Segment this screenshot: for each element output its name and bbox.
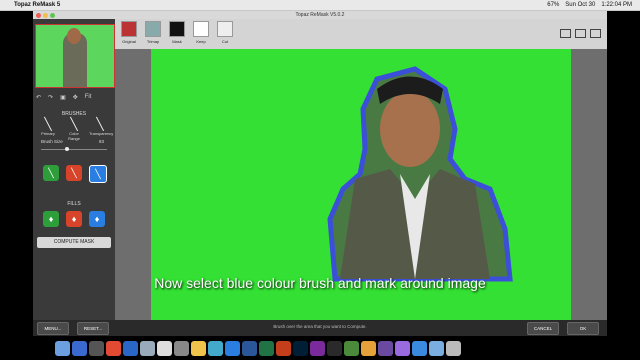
excel-icon[interactable] [259,340,274,356]
time-label: 1:22:04 PM [601,2,632,8]
app-icon-5[interactable] [395,340,410,356]
trimap-thumb [145,21,161,37]
outlook-icon[interactable] [123,340,138,356]
launchpad-icon[interactable] [89,340,104,356]
view-keep-button[interactable]: Keep [193,21,209,44]
brush-size-label: Brush Size [41,139,63,144]
blue-brush-button[interactable]: ╲ [89,165,107,183]
battery-label: 67% [547,2,560,8]
cancel-button[interactable]: CANCEL [527,322,559,335]
brush-size-value: 83 [99,139,105,144]
edit-icons-row: ↶ ↷ ▣ ✥ Fit [36,92,112,102]
chrome-icon[interactable] [106,340,121,356]
layout-buttons [560,29,601,38]
view-original-button[interactable]: Original [121,21,137,44]
blue-fill-button[interactable]: ♦ [89,211,105,227]
preview-head [67,28,81,44]
color-range-brush-icon: ╲ [70,117,78,131]
navigator-preview[interactable] [35,24,115,88]
view-toolbar: Original Trimap Mask Keep Cut [115,19,607,49]
app-icon-4[interactable] [378,340,393,356]
safari-icon[interactable] [72,340,87,356]
calendar-icon[interactable] [157,340,172,356]
crop-icon[interactable]: ▣ [60,94,66,101]
preview-icon[interactable] [140,340,155,356]
view-mask-button[interactable]: Mask [169,21,185,44]
app-name[interactable]: Topaz ReMask 5 [14,2,60,8]
red-fill-icon: ♦ [71,214,77,224]
red-brush-icon: ╲ [71,167,77,178]
app-store-icon[interactable] [225,340,240,356]
minimize-button[interactable] [43,12,48,18]
redo-icon[interactable]: ↷ [48,94,53,101]
photos-icon[interactable] [208,340,223,356]
pan-icon[interactable]: ✥ [73,94,78,101]
panel-view-icon[interactable] [590,29,601,38]
brush-size-slider[interactable] [41,147,107,151]
close-button[interactable] [36,12,41,18]
red-brush-button[interactable]: ╲ [66,165,82,181]
transparency-brush-button[interactable]: ╲ Transparency [89,117,113,136]
window-titlebar: Topaz ReMask V5.0.2 [33,11,607,19]
app-icon-2[interactable] [344,340,359,356]
dock [55,336,585,360]
photoshop-icon[interactable] [293,340,308,356]
color-range-brush-button[interactable]: ╲ Color Range [63,117,85,141]
finder-icon[interactable] [55,340,70,356]
fills-heading: FILLS [67,201,81,207]
menubar-status: 67% Sun Oct 30 1:22:04 PM [547,2,632,8]
menubar: Topaz ReMask 5 67% Sun Oct 30 1:22:04 PM [0,0,640,11]
blue-brush-icon: ╲ [95,168,101,179]
status-hint: Brush over the area that you want to Com… [273,324,367,329]
downloads-icon[interactable] [429,340,444,356]
primary-brush-icon: ╲ [44,117,52,131]
zoom-button[interactable] [50,12,55,18]
bottom-bar: MENU... RESET... Brush over the area tha… [33,320,607,336]
remask-icon[interactable] [327,340,342,356]
traffic-lights [36,12,55,18]
keep-thumb [193,21,209,37]
app-icon-3[interactable] [361,340,376,356]
red-fill-button[interactable]: ♦ [66,211,82,227]
ok-button[interactable]: OK [567,322,599,335]
original-thumb [121,21,137,37]
split-view-icon[interactable] [575,29,586,38]
primary-brush-button[interactable]: ╲ Primary [37,117,59,136]
date-label: Sun Oct 30 [565,2,596,8]
window-title: Topaz ReMask V5.0.2 [295,12,345,18]
brush-size-knob[interactable] [65,147,69,151]
undo-icon[interactable]: ↶ [36,94,41,101]
app-icon[interactable] [310,340,325,356]
trash-icon[interactable] [446,340,461,356]
notes-icon[interactable] [191,340,206,356]
tutorial-caption: Now select blue colour brush and mark ar… [154,275,486,291]
word-icon[interactable] [242,340,257,356]
cut-thumb [217,21,233,37]
folder-icon[interactable] [412,340,427,356]
view-cut-button[interactable]: Cut [217,21,233,44]
green-brush-icon: ╲ [48,167,54,178]
subject-face [380,91,440,167]
green-fill-button[interactable]: ♦ [43,211,59,227]
view-trimap-button[interactable]: Trimap [145,21,161,44]
compute-mask-button[interactable]: COMPUTE MASK [37,237,111,248]
green-fill-icon: ♦ [48,214,54,224]
blue-fill-icon: ♦ [94,214,100,224]
single-view-icon[interactable] [560,29,571,38]
green-brush-button[interactable]: ╲ [43,165,59,181]
transparency-brush-icon: ╲ [96,117,104,131]
zoom-select[interactable]: Fit [85,94,92,100]
powerpoint-icon[interactable] [276,340,291,356]
contacts-icon[interactable] [174,340,189,356]
mask-thumb [169,21,185,37]
